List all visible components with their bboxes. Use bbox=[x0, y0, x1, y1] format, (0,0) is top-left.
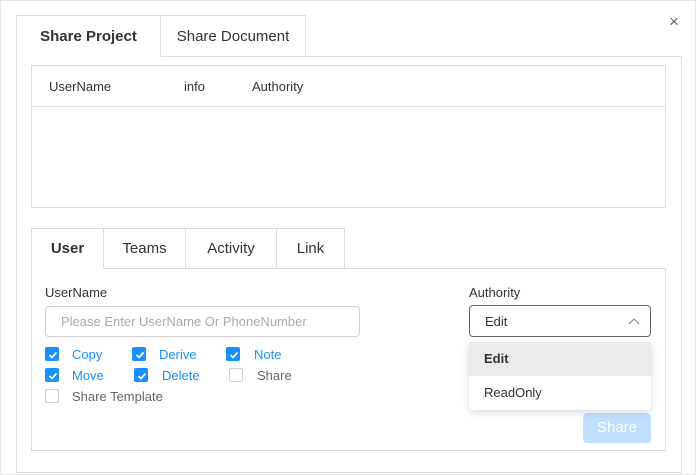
authority-selected-value: Edit bbox=[485, 314, 508, 329]
share-dialog: × Share Project Share Document UserName … bbox=[0, 0, 696, 475]
move-label[interactable]: Move bbox=[72, 368, 104, 383]
authority-dropdown: Edit ReadOnly bbox=[469, 341, 651, 410]
tab-share-project[interactable]: Share Project bbox=[16, 15, 161, 57]
check-icon bbox=[48, 372, 58, 380]
check-icon bbox=[135, 351, 145, 359]
derive-checkbox[interactable] bbox=[132, 347, 146, 361]
authority-label: Authority bbox=[469, 285, 521, 300]
share-template-label[interactable]: Share Template bbox=[72, 389, 163, 404]
copy-label[interactable]: Copy bbox=[72, 347, 102, 362]
tab-share-document[interactable]: Share Document bbox=[160, 15, 306, 57]
authority-option-readonly[interactable]: ReadOnly bbox=[469, 376, 651, 410]
tab-user[interactable]: User bbox=[31, 228, 104, 269]
derive-label[interactable]: Derive bbox=[159, 347, 197, 362]
column-header-authority: Authority bbox=[252, 79, 304, 94]
delete-checkbox[interactable] bbox=[134, 368, 148, 382]
delete-label[interactable]: Delete bbox=[162, 368, 200, 383]
chevron-up-icon bbox=[628, 318, 640, 325]
share-label[interactable]: Share bbox=[257, 368, 292, 383]
table-header: UserName info Authority bbox=[32, 66, 665, 107]
username-label: UserName bbox=[45, 285, 108, 300]
column-header-username: UserName bbox=[49, 79, 112, 94]
note-label[interactable]: Note bbox=[254, 347, 281, 362]
shared-users-table: UserName info Authority bbox=[31, 65, 666, 208]
column-header-info: info bbox=[184, 79, 205, 94]
check-icon bbox=[137, 372, 147, 380]
share-checkbox[interactable] bbox=[229, 368, 243, 382]
authority-select[interactable]: Edit bbox=[469, 305, 651, 337]
share-template-checkbox[interactable] bbox=[45, 389, 59, 403]
copy-checkbox[interactable] bbox=[45, 347, 59, 361]
username-input[interactable] bbox=[45, 306, 360, 337]
tab-teams[interactable]: Teams bbox=[103, 228, 186, 269]
close-icon[interactable]: × bbox=[665, 13, 683, 31]
authority-option-edit[interactable]: Edit bbox=[469, 342, 651, 376]
move-checkbox[interactable] bbox=[45, 368, 59, 382]
tab-link[interactable]: Link bbox=[276, 228, 345, 269]
share-button[interactable]: Share bbox=[583, 413, 651, 443]
check-icon bbox=[48, 351, 58, 359]
note-checkbox[interactable] bbox=[226, 347, 240, 361]
tab-activity[interactable]: Activity bbox=[185, 228, 277, 269]
check-icon bbox=[229, 351, 239, 359]
